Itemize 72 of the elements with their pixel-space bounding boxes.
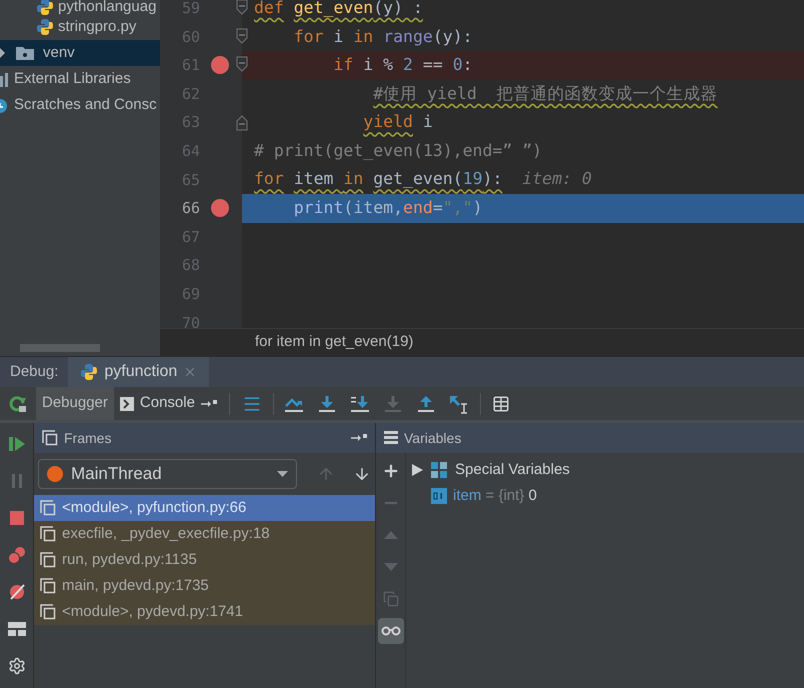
run-to-cursor-icon[interactable] xyxy=(449,394,470,414)
watches-toggle[interactable] xyxy=(378,618,404,644)
scrollbar-thumb[interactable] xyxy=(20,344,100,352)
breadcrumb[interactable]: for item in get_even(19) xyxy=(255,331,414,354)
pin-icon[interactable] xyxy=(200,400,217,408)
next-frame-icon[interactable] xyxy=(353,465,371,483)
rerun-icon[interactable] xyxy=(9,394,27,412)
frame-item[interactable]: <module>, pyfunction.py:66 xyxy=(34,495,375,521)
panel-title: Frames xyxy=(64,428,112,448)
fold-icon[interactable] xyxy=(236,56,248,72)
step-into-icon[interactable] xyxy=(318,394,336,412)
resume-icon[interactable] xyxy=(8,436,26,452)
frame-icon xyxy=(40,578,56,594)
add-icon[interactable] xyxy=(382,462,400,480)
thread-status-icon xyxy=(47,466,63,482)
step-into-my-code-icon[interactable] xyxy=(350,394,370,412)
folder-icon xyxy=(15,45,35,61)
code-line: yield i xyxy=(362,111,434,134)
code-line: for item in get_even(19): item: 0 xyxy=(253,168,593,190)
settings-icon[interactable] xyxy=(8,656,26,674)
breakpoints-icon[interactable] xyxy=(8,546,26,564)
view-tab[interactable]: Console xyxy=(114,387,223,420)
frame-icon xyxy=(40,552,56,568)
thread-dropdown[interactable]: MainThread xyxy=(38,459,298,489)
python-file-icon xyxy=(36,0,54,16)
fold-icon[interactable] xyxy=(236,28,248,44)
grid-icon xyxy=(431,462,447,478)
view-tab[interactable]: Debugger xyxy=(36,387,114,420)
pin-icon[interactable] xyxy=(351,434,367,442)
python-icon xyxy=(80,363,98,381)
terminal-icon xyxy=(120,396,134,410)
variable-group[interactable]: Special Variables xyxy=(455,458,570,482)
breakpoint-icon[interactable] xyxy=(211,56,229,74)
frame-item[interactable]: main, pydevd.py:1735 xyxy=(34,573,375,599)
run-tab[interactable]: pyfunction xyxy=(68,357,210,387)
python-file-icon xyxy=(36,18,54,36)
fold-icon[interactable] xyxy=(236,0,248,15)
frame-icon xyxy=(40,526,56,542)
frame-item[interactable]: run, pydevd.py:1135 xyxy=(34,547,375,573)
step-out-icon[interactable] xyxy=(417,394,436,412)
clock-icon xyxy=(0,97,10,113)
panel-title: Variables xyxy=(404,428,462,448)
frame-icon xyxy=(40,500,56,516)
caret-icon xyxy=(277,471,288,477)
stop-icon[interactable] xyxy=(10,510,24,524)
fold-end-icon[interactable] xyxy=(236,115,248,132)
tree-item[interactable]: External Libraries xyxy=(0,66,160,92)
code-line: for i in range(y): xyxy=(292,26,474,48)
variable-entry[interactable]: item = {int} 0 xyxy=(453,484,537,508)
table-icon[interactable] xyxy=(492,394,510,412)
layout-icon[interactable] xyxy=(8,622,26,636)
variables-icon xyxy=(384,431,398,445)
file-name[interactable]: stringpro.py xyxy=(58,20,136,34)
frame-item[interactable]: <module>, pydevd.py:1741 xyxy=(34,599,375,625)
frames-icon xyxy=(42,430,58,446)
debug-label: Debug: xyxy=(9,362,60,382)
frame-item[interactable]: execfile, _pydev_execfile.py:18 xyxy=(34,521,375,547)
mute-breakpoints-icon[interactable] xyxy=(8,582,26,600)
code-line: #使用 yield 把普通的函数变成一个生成器 xyxy=(372,82,719,105)
code-line: # print(get_even(13),end=” ”) xyxy=(253,140,544,162)
tree-item[interactable]: venv xyxy=(0,40,160,66)
glasses-icon xyxy=(380,626,400,636)
frame-icon xyxy=(40,604,56,620)
library-icon xyxy=(0,71,10,87)
expand-arrow-icon[interactable] xyxy=(0,48,5,58)
breakpoint-icon[interactable] xyxy=(211,199,229,218)
line-number: 66 xyxy=(180,198,200,220)
code-line: def get_even(y) : xyxy=(253,0,424,19)
tree-item[interactable]: Scratches and Consc xyxy=(0,92,160,118)
number-icon xyxy=(431,488,447,504)
file-name[interactable]: pythonlanguag xyxy=(58,0,156,14)
expand-arrow-icon[interactable] xyxy=(412,464,423,476)
